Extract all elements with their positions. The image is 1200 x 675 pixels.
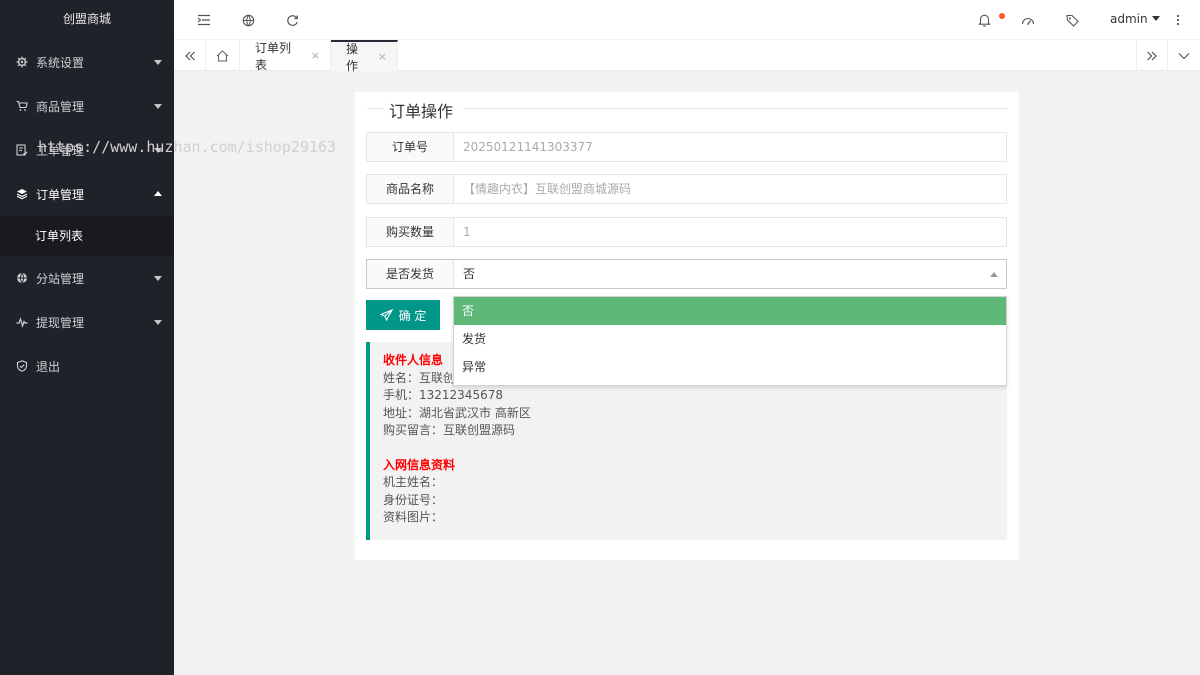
- close-icon[interactable]: ×: [311, 49, 320, 62]
- bell-icon[interactable]: [976, 12, 992, 28]
- legend-divider: [367, 108, 383, 109]
- chevron-down-icon: [154, 148, 162, 153]
- chevron-down-icon: [154, 104, 162, 109]
- theme-icon[interactable]: [1020, 12, 1036, 28]
- shield-icon: [16, 360, 28, 372]
- confirm-label: 确 定: [398, 308, 427, 323]
- sidebar-item-label: 商品管理: [36, 99, 85, 114]
- chevron-down-icon: [154, 320, 162, 325]
- caret-up-icon[interactable]: [990, 272, 998, 277]
- form-legend: 订单操作: [363, 98, 1007, 121]
- globe-icon[interactable]: [240, 12, 256, 28]
- sidebar-item-label: 退出: [36, 359, 61, 374]
- tabs-menu-chevron-down-icon[interactable]: [1168, 40, 1200, 71]
- sidebar-item-orders[interactable]: 订单管理: [0, 172, 174, 216]
- confirm-button[interactable]: 确 定: [366, 300, 440, 330]
- sidebar-item-label: 提现管理: [36, 315, 85, 330]
- username: admin: [1110, 12, 1148, 26]
- purchase-message: 购买留言：互联创盟源码: [383, 423, 516, 437]
- gear-icon: [16, 56, 28, 68]
- field-label: 商品名称: [367, 175, 454, 203]
- sidebar-subitem-order-list[interactable]: 订单列表: [0, 216, 174, 256]
- tab-order-list[interactable]: 订单列表 ×: [240, 40, 331, 72]
- tab-operation[interactable]: 操作 ×: [331, 40, 398, 73]
- product-name-field: 商品名称 【情趣内衣】互联创盟商城源码: [366, 174, 1007, 204]
- sidebar-item-label: 工单管理: [36, 143, 85, 158]
- ticket-icon: [16, 144, 28, 156]
- sidebar-item-logout[interactable]: 退出: [0, 344, 174, 388]
- close-icon[interactable]: ×: [378, 50, 387, 63]
- more-vertical-icon[interactable]: [1170, 12, 1186, 28]
- field-label: 订单号: [367, 133, 454, 161]
- order-number-input[interactable]: 20250121141303377: [463, 133, 593, 161]
- chevron-down-icon: [154, 60, 162, 65]
- tab-label: 操作: [346, 41, 359, 73]
- sidebar: 创盟商城 系统设置 商品管理 工单管理 订单管理 订单列表 分站管理 提现管理 …: [0, 0, 174, 675]
- notification-dot: [999, 13, 1005, 19]
- shipped-select-dropdown: 否 发货 异常: [453, 296, 1007, 386]
- user-menu[interactable]: admin: [1110, 12, 1160, 26]
- network-info-title: 入网信息资料: [383, 457, 456, 472]
- sidebar-item-substations[interactable]: 分站管理: [0, 256, 174, 300]
- tab-bar: 订单列表 × 操作 ×: [174, 40, 1200, 73]
- product-name-input[interactable]: 【情趣内衣】互联创盟商城源码: [463, 175, 631, 203]
- sidebar-item-label: 系统设置: [36, 55, 85, 70]
- pulse-icon: [16, 316, 28, 328]
- field-label: 是否发货: [367, 260, 454, 288]
- select-option-abnormal[interactable]: 异常: [454, 353, 1006, 381]
- document-photos: 资料图片：: [383, 510, 444, 524]
- sidebar-item-label: 分站管理: [36, 271, 85, 286]
- sidebar-item-system-settings[interactable]: 系统设置: [0, 40, 174, 84]
- field-label: 购买数量: [367, 218, 454, 246]
- select-option-shipped[interactable]: 发货: [454, 325, 1006, 353]
- legend-divider: [463, 108, 1007, 109]
- menu-toggle-icon[interactable]: [196, 12, 212, 28]
- select-option-no[interactable]: 否: [454, 297, 1006, 325]
- tag-icon[interactable]: [1064, 12, 1080, 28]
- recipient-address: 地址：湖北省武汉市 高新区: [383, 405, 531, 420]
- id-number: 身份证号：: [383, 492, 444, 507]
- shipped-select[interactable]: 否: [463, 260, 475, 288]
- tabs-scroll-right-icon[interactable]: [1136, 40, 1168, 71]
- layers-icon: [16, 188, 28, 200]
- shipped-select-field: 是否发货 否: [366, 259, 1007, 289]
- sidebar-item-label: 订单管理: [36, 187, 85, 202]
- send-icon: [379, 309, 393, 321]
- top-header: admin: [174, 0, 1200, 40]
- tab-label: 订单列表: [255, 40, 292, 72]
- order-operation-card: 订单操作 订单号 20250121141303377 商品名称 【情趣内衣】互联…: [355, 92, 1019, 560]
- page-title: 订单操作: [389, 102, 454, 121]
- recipient-phone: 手机：13212345678: [383, 388, 503, 402]
- quantity-input[interactable]: 1: [463, 218, 471, 246]
- quantity-field: 购买数量 1: [366, 217, 1007, 247]
- home-tab-icon[interactable]: [206, 40, 240, 71]
- sidebar-item-products[interactable]: 商品管理: [0, 84, 174, 128]
- tabs-scroll-left-icon[interactable]: [174, 40, 206, 71]
- order-number-field: 订单号 20250121141303377: [366, 132, 1007, 162]
- refresh-icon[interactable]: [284, 12, 300, 28]
- chevron-down-icon: [154, 276, 162, 281]
- sidebar-item-tickets[interactable]: 工单管理: [0, 128, 174, 172]
- sidebar-item-withdrawals[interactable]: 提现管理: [0, 300, 174, 344]
- owner-name: 机主姓名：: [383, 475, 444, 489]
- globe-icon: [16, 272, 28, 284]
- chevron-up-icon: [154, 191, 162, 196]
- caret-down-icon: [1151, 16, 1160, 21]
- app-logo[interactable]: 创盟商城: [0, 0, 174, 40]
- cart-icon: [16, 100, 28, 112]
